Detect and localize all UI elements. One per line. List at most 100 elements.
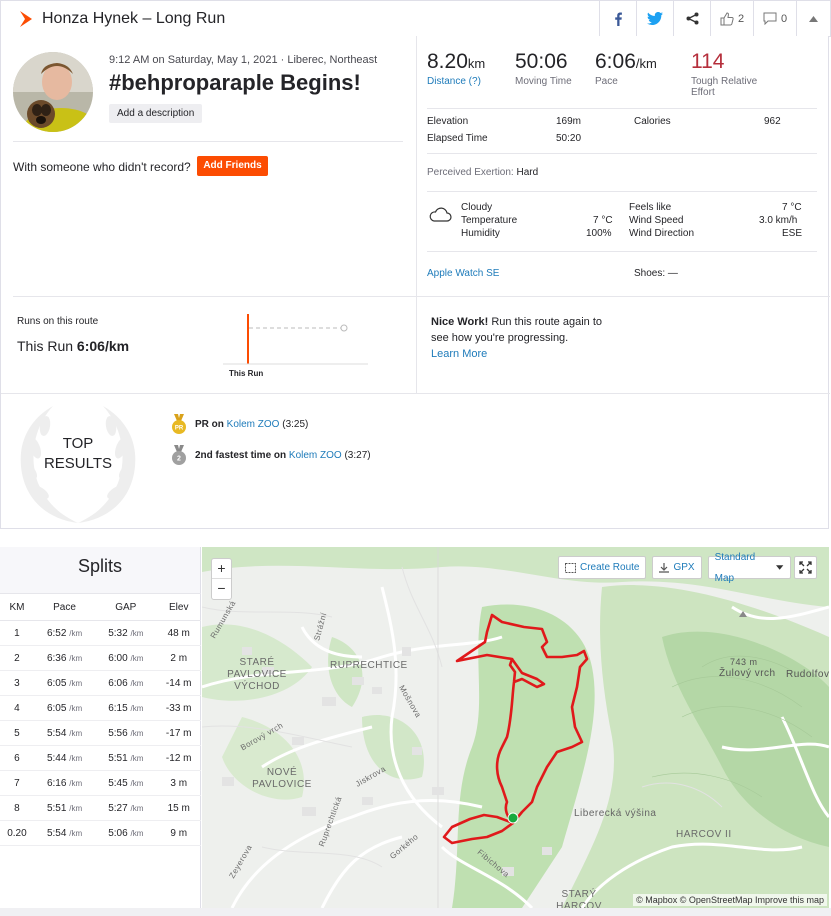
split-gap: 5:32 /km <box>95 620 157 646</box>
map-label-nove-pavlovice: NOVÉ PAVLOVICE <box>252 767 312 790</box>
split-gap-unit: /km <box>130 803 144 813</box>
stat-pace: 6:06/km Pace <box>595 50 657 87</box>
split-km: 7 <box>0 770 34 796</box>
split-pace-unit: /km <box>69 778 83 788</box>
weather-condition: Cloudy <box>461 202 493 213</box>
split-pace-unit: /km <box>69 753 83 763</box>
share-button[interactable] <box>673 1 710 36</box>
split-gap-value: 5:27 <box>108 802 128 814</box>
learn-more-link[interactable]: Learn More <box>431 348 487 360</box>
route-comparison-chart: This Run <box>223 314 368 378</box>
split-pace: 6:52 /km <box>33 620 96 646</box>
achievement-pr-prefix: PR on <box>195 418 227 430</box>
achievement-second-text: 2nd fastest time on Kolem ZOO (3:27) <box>195 450 371 461</box>
map-style-label: Standard Map <box>714 551 756 584</box>
split-gap-unit: /km <box>130 678 144 688</box>
splits-header-elev: Elev <box>156 593 201 621</box>
moving-time-label: Moving Time <box>515 76 572 87</box>
perceived-exertion: Perceived Exertion: Hard <box>427 167 538 178</box>
split-km: 6 <box>0 745 34 771</box>
distance-label[interactable]: Distance (?) <box>427 76 485 87</box>
kudos-button[interactable]: 2 <box>710 1 753 36</box>
stats-divider <box>427 108 817 109</box>
segment-link-pr[interactable]: Kolem ZOO <box>227 419 280 430</box>
device-link[interactable]: Apple Watch SE <box>427 268 499 279</box>
wind-speed-label: Wind Speed <box>629 215 684 226</box>
avatar-photo <box>13 52 93 132</box>
effort-label-2: Effort <box>691 87 715 98</box>
strava-logo-icon[interactable] <box>18 10 36 28</box>
comments-button[interactable]: 0 <box>753 1 796 36</box>
split-pace: 6:16 /km <box>33 770 96 796</box>
feels-like-label: Feels like <box>629 202 672 213</box>
route-trend-point <box>340 324 348 332</box>
split-gap: 5:27 /km <box>95 795 157 821</box>
resize-handle[interactable] <box>0 908 831 916</box>
segment-link-second[interactable]: Kolem ZOO <box>289 450 342 461</box>
humidity-label: Humidity <box>461 228 500 239</box>
activity-summary-card: 9:12 AM on Saturday, May 1, 2021 · Liber… <box>0 36 830 529</box>
download-icon <box>659 562 670 573</box>
wind-direction-value: ESE <box>782 228 803 239</box>
zoom-in-button[interactable]: + <box>212 559 231 579</box>
achievement-second-prefix: 2nd fastest time on <box>195 449 289 461</box>
split-pace-value: 5:54 <box>46 727 67 739</box>
top-results-title: TOP RESULTS <box>13 434 143 474</box>
split-pace-unit: /km <box>69 653 83 663</box>
wind-direction-label: Wind Direction <box>629 228 695 239</box>
athlete-avatar[interactable] <box>13 52 93 132</box>
fullscreen-button[interactable] <box>794 556 817 579</box>
nice-work-bold: Nice Work! <box>431 316 489 328</box>
splits-header-gap: GAP <box>95 593 157 621</box>
split-pace-value: 6:05 <box>46 677 67 689</box>
split-pace-value: 5:44 <box>46 752 67 764</box>
splits-row: 2 6:36 /km 6:00 /km 2 m <box>0 645 201 671</box>
map-attribution[interactable]: © Mapbox © OpenStreetMap Improve this ma… <box>633 894 827 906</box>
split-km: 2 <box>0 645 34 671</box>
split-km: 4 <box>0 695 34 721</box>
split-pace-unit: /km <box>69 803 83 813</box>
add-friends-button[interactable]: Add Friends <box>197 156 268 176</box>
map-label-harcov: HARCOV II <box>676 829 732 840</box>
map-style-select[interactable]: Standard Map <box>707 552 791 584</box>
split-elev: 48 m <box>156 620 201 646</box>
route-title: Runs on this route <box>17 316 99 327</box>
split-gap-unit: /km <box>130 628 144 638</box>
gpx-export-button[interactable]: GPX <box>652 556 702 579</box>
split-gap-value: 5:45 <box>108 777 128 789</box>
splits-row: 4 6:05 /km 6:15 /km -33 m <box>0 695 201 721</box>
map-label-ruprechtice: RUPRECHTICE <box>330 660 408 671</box>
split-gap: 5:56 /km <box>95 720 157 746</box>
split-gap-value: 5:06 <box>108 827 128 839</box>
zoom-out-button[interactable]: − <box>212 579 231 599</box>
silver-medal-icon: 2 <box>172 445 186 465</box>
effort-label-1: Tough Relative <box>691 76 758 87</box>
splits-header-pace: Pace <box>33 593 96 621</box>
map-canvas <box>202 547 829 908</box>
add-description-button[interactable]: Add a description <box>109 104 203 123</box>
pace-unit: /km <box>635 56 657 71</box>
facebook-share-button[interactable] <box>599 1 636 36</box>
map-toolbar: Create Route GPX Standard Map <box>558 552 791 584</box>
achievement-second-time: (3:27) <box>341 449 371 461</box>
activity-title: Honza Hynek – Long Run <box>42 9 226 27</box>
split-gap-unit: /km <box>130 753 144 763</box>
split-gap-value: 5:32 <box>108 627 128 639</box>
split-gap-value: 6:00 <box>108 652 128 664</box>
top-results-line2: RESULTS <box>43 455 113 472</box>
map-label-zulovy-vrch: Žulový vrch <box>719 668 776 679</box>
splits-row: 0.20 5:54 /km 5:06 /km 9 m <box>0 820 201 846</box>
activity-page: Honza Hynek – Long Run 2 0 9:12 AM on Sa… <box>0 0 831 916</box>
create-route-button[interactable]: Create Route <box>558 556 647 579</box>
shoes-label: Shoes: — <box>634 268 678 279</box>
activity-name: #behproparaple Begins! <box>109 70 361 95</box>
expand-icon <box>799 561 812 574</box>
route-map[interactable]: RUPRECHTICE STARÉ PAVLOVICE VÝCHOD NOVÉ … <box>202 547 829 908</box>
map-label-stare-pavlovice: STARÉ PAVLOVICE VÝCHOD <box>227 657 287 692</box>
twitter-share-button[interactable] <box>636 1 673 36</box>
collapse-button[interactable] <box>796 1 830 36</box>
header-actions: 2 0 <box>599 1 830 36</box>
thumbs-up-icon <box>720 11 734 25</box>
share-icon <box>686 12 698 25</box>
stat-relative-effort[interactable]: 114 Tough Relative Effort <box>691 50 757 98</box>
